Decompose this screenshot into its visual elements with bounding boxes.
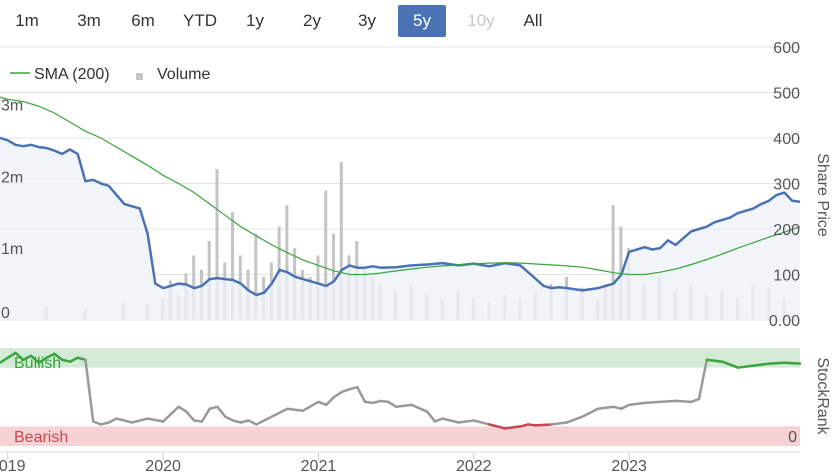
stockrank-segment [534, 423, 553, 427]
stockrank-segment [410, 403, 429, 413]
share-price-axis-label: Share Price [814, 153, 831, 237]
stockrank-segment [200, 407, 211, 423]
price-y-tick-label: 600 [773, 40, 800, 57]
stockrank-segment [581, 407, 600, 418]
stockrank-segment [550, 421, 569, 426]
stockrank-band-bearish [0, 426, 800, 446]
stockrank-segment [84, 358, 95, 423]
stockrank-segment [332, 390, 343, 399]
sma-legend-label: SMA (200) [34, 66, 110, 83]
stockrank-segment [674, 399, 693, 404]
stockrank-segment [620, 403, 631, 411]
stockrank-segment [596, 405, 615, 411]
stockrank-segment [394, 403, 413, 409]
price-y-tick-label: 200 [773, 222, 800, 239]
stockrank-segment [387, 400, 398, 409]
stockrank-segment [356, 385, 367, 404]
stockrank-segment [286, 407, 305, 412]
stockrank-segment [130, 417, 149, 424]
stockrank-segment [161, 405, 180, 423]
stockrank-axis-label: StockRank [814, 357, 831, 435]
legend: SMA (200) Volume [10, 66, 210, 83]
price-y-tick-label: 300 [773, 177, 800, 194]
stockrank-segment [247, 419, 258, 426]
price-y-tick-label: 0.00 [769, 313, 800, 330]
stockrank-segment [146, 417, 165, 423]
stockrank-segment [324, 395, 336, 407]
price-y-tick-label: 100 [773, 268, 800, 285]
bearish-band-label: Bearish [14, 429, 68, 446]
stockrank-segment [565, 415, 584, 424]
stockrank-segment [658, 399, 677, 404]
stock-chart: SMA (200) Volume Share Price StockRank B… [0, 40, 831, 475]
stockrank-segment [441, 417, 460, 424]
stockrank-segment [270, 407, 289, 418]
x-tick-label: 2021 [301, 458, 337, 475]
stockrank-segment [185, 410, 196, 422]
price-y-tick-label: 500 [773, 86, 800, 103]
stockrank-segment [107, 417, 118, 424]
stockrank-segment [255, 415, 274, 426]
volume-y-tick-label: 0 [1, 305, 10, 322]
stockrank-segment [301, 400, 320, 412]
x-tick-label: 2022 [456, 458, 492, 475]
stockrank-segment [472, 419, 491, 426]
stockrank-segment [783, 361, 802, 365]
x-tick-label: 2020 [145, 458, 181, 475]
volume-legend-label: Volume [157, 66, 210, 83]
volume-y-tick-label: 2m [1, 169, 23, 186]
x-tick-label: 2019 [0, 458, 26, 475]
volume-legend-swatch [136, 73, 143, 80]
volume-y-tick-label: 3m [1, 97, 23, 114]
volume-y-tick-label: 1m [1, 241, 23, 258]
stockrank-segment [767, 361, 786, 365]
stockrank-band-bullish [0, 348, 800, 368]
stockrank-segment [457, 419, 476, 424]
stockrank-segment [643, 400, 662, 405]
stockrank-segment [216, 405, 227, 418]
x-tick-label: 2023 [611, 458, 647, 475]
stockrank-y-tick-label: 0 [788, 429, 797, 446]
stockrank-segment [223, 415, 235, 422]
price-y-tick-label: 400 [773, 131, 800, 148]
plot-background [0, 46, 800, 460]
stockrank-segment [177, 405, 188, 413]
stockrank-segment [627, 401, 646, 407]
stockrank-segment [425, 410, 437, 423]
